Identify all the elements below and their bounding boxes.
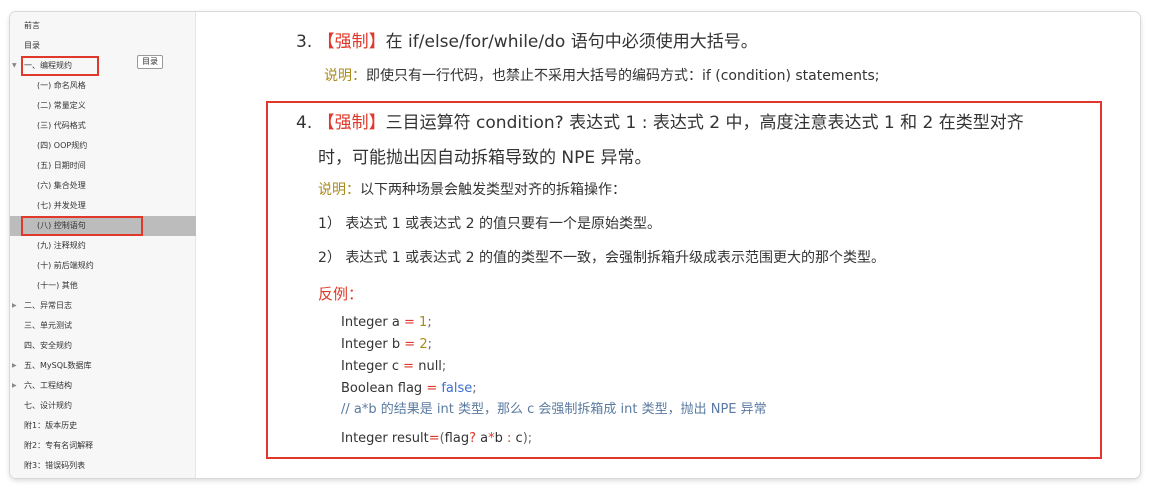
- toc-item[interactable]: (五) 日期时间: [10, 156, 196, 176]
- toc-item[interactable]: ▶ 五、MySQL数据库: [10, 356, 196, 376]
- toc-item[interactable]: (一) 命名风格: [10, 76, 196, 96]
- toc-item-label: (九) 注释规约: [37, 241, 86, 250]
- toc-item[interactable]: (九) 注释规约: [10, 236, 196, 256]
- toc-item-label: 二、异常日志: [24, 301, 72, 310]
- toc-item-label: 五、MySQL数据库: [24, 361, 92, 370]
- caret-right-icon[interactable]: ▶: [12, 296, 17, 316]
- toc-item-label: (十一) 其他: [37, 281, 78, 290]
- toc-item-label: 四、安全规约: [24, 341, 72, 350]
- note-label: 说明：: [324, 68, 366, 84]
- toc-item-label: 附1：版本历史: [24, 421, 78, 430]
- toc-item-label: (十) 前后端规约: [37, 261, 94, 270]
- rule-text: 在 if/else/for/while/do 语句中必须使用大括号。: [385, 32, 758, 52]
- toc-item-label: (四) OOP规约: [37, 141, 88, 150]
- toc-item-label: 前言: [24, 21, 40, 30]
- toc-item[interactable]: (三) 代码格式: [10, 116, 196, 136]
- toc-item[interactable]: ▶ 六、工程结构: [10, 376, 196, 396]
- toc-item[interactable]: ▶ 二、异常日志: [10, 296, 196, 316]
- rule-3-line: 3. 【强制】在 if/else/for/while/do 语句中必须使用大括号…: [296, 31, 758, 53]
- toc-item[interactable]: (四) OOP规约: [10, 136, 196, 156]
- toc-item-label: 六、工程结构: [24, 381, 72, 390]
- caret-down-icon[interactable]: ▼: [12, 56, 17, 76]
- toc-tooltip: 目录: [137, 55, 163, 69]
- toc-item[interactable]: 附2：专有名词解释: [10, 436, 196, 456]
- document-window: 前言 目录 ▼ 一、编程规约 (一) 命名风格 (二) 常量定义 (三) 代码格式 (四) O…: [10, 12, 1140, 478]
- toc-item-label: (三) 代码格式: [37, 121, 86, 130]
- highlight-box-section-1: [21, 56, 99, 76]
- toc-item-label: 目录: [24, 41, 40, 50]
- toc-item[interactable]: (二) 常量定义: [10, 96, 196, 116]
- toc-item[interactable]: (十) 前后端规约: [10, 256, 196, 276]
- toc-item-label: (二) 常量定义: [37, 101, 86, 110]
- note-text: 即使只有一行代码，也禁止不采用大括号的编码方式：if (condition) s…: [366, 68, 880, 84]
- toc-item-label: (五) 日期时间: [37, 161, 86, 170]
- toc-item-label: 三、单元测试: [24, 321, 72, 330]
- rule-tag: 【强制】: [317, 32, 386, 52]
- toc-item[interactable]: (六) 集合处理: [10, 176, 196, 196]
- toc-item[interactable]: 四、安全规约: [10, 336, 196, 356]
- rule-number: 3.: [296, 32, 313, 52]
- toc-item-label: (六) 集合处理: [37, 181, 86, 190]
- toc-item-label: 附2：专有名词解释: [24, 441, 94, 450]
- toc-item-label: (七) 并发处理: [37, 201, 86, 210]
- toc-item-label: 附3：错误码列表: [24, 461, 86, 470]
- toc-item[interactable]: (七) 并发处理: [10, 196, 196, 216]
- highlight-box-rule-4: [266, 101, 1102, 459]
- toc-item[interactable]: 附3：错误码列表: [10, 456, 196, 476]
- caret-right-icon[interactable]: ▶: [12, 376, 17, 396]
- toc-item[interactable]: (十一) 其他: [10, 276, 196, 296]
- toc-item-label: (一) 命名风格: [37, 81, 86, 90]
- highlight-box-control-statements: [21, 216, 143, 236]
- toc-item[interactable]: 目录: [10, 36, 196, 56]
- toc-item-label: 七、设计规约: [24, 401, 72, 410]
- toc-item[interactable]: 附1：版本历史: [10, 416, 196, 436]
- toc-item[interactable]: 三、单元测试: [10, 316, 196, 336]
- caret-right-icon[interactable]: ▶: [12, 356, 17, 376]
- toc-item[interactable]: 前言: [10, 16, 196, 36]
- toc-sidebar: 前言 目录 ▼ 一、编程规约 (一) 命名风格 (二) 常量定义 (三) 代码格式 (四) O…: [10, 12, 196, 478]
- rule-3-note: 说明：即使只有一行代码，也禁止不采用大括号的编码方式：if (condition…: [324, 66, 879, 86]
- toc-item[interactable]: 七、设计规约: [10, 396, 196, 416]
